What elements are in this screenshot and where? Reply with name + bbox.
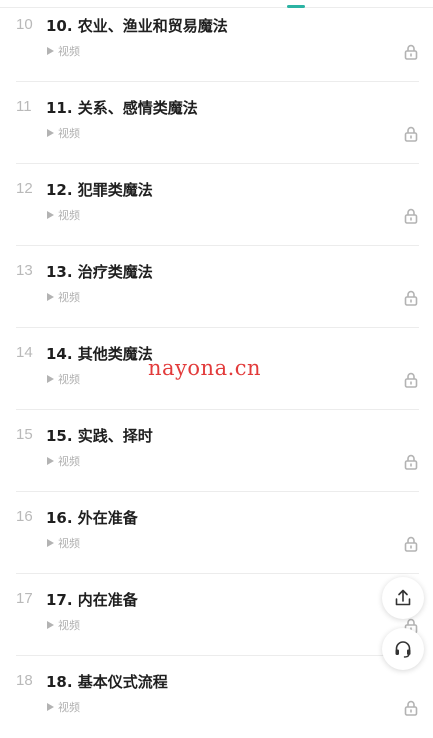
- lesson-type-label: 视频: [58, 537, 80, 550]
- lesson-meta: 视频: [47, 372, 80, 386]
- lesson-title[interactable]: 14. 其他类魔法: [46, 343, 153, 364]
- lock-icon: [404, 700, 418, 716]
- lesson-title[interactable]: 18. 基本仪式流程: [46, 671, 168, 692]
- lesson-index: 14: [16, 344, 33, 361]
- lesson-meta: 视频: [47, 454, 80, 468]
- lesson-title[interactable]: 13. 治疗类魔法: [46, 261, 153, 282]
- headset-icon: [395, 641, 411, 658]
- lesson-title[interactable]: 17. 内在准备: [46, 589, 138, 610]
- lesson-meta: 视频: [47, 126, 80, 140]
- lesson-title[interactable]: 16. 外在准备: [46, 507, 138, 528]
- play-icon: [47, 293, 54, 301]
- lesson-meta: 视频: [47, 208, 80, 222]
- lesson-index: 15: [16, 426, 33, 443]
- lock-icon: [404, 536, 418, 552]
- play-icon: [47, 703, 54, 711]
- lesson-item[interactable]: 10 10. 农业、渔业和贸易魔法 视频: [0, 0, 433, 82]
- play-icon: [47, 539, 54, 547]
- lesson-index: 17: [16, 590, 33, 607]
- lesson-title[interactable]: 10. 农业、渔业和贸易魔法: [46, 15, 228, 36]
- lesson-type-label: 视频: [58, 373, 80, 386]
- share-icon: [395, 589, 411, 606]
- lesson-item[interactable]: 13 13. 治疗类魔法 视频: [0, 246, 433, 328]
- lesson-title[interactable]: 11. 关系、感情类魔法: [46, 97, 198, 118]
- lesson-index: 13: [16, 262, 33, 279]
- lock-icon: [404, 372, 418, 388]
- lesson-index: 11: [16, 98, 32, 115]
- lock-icon: [404, 44, 418, 60]
- play-icon: [47, 621, 54, 629]
- play-icon: [47, 47, 54, 55]
- lesson-item[interactable]: 11 11. 关系、感情类魔法 视频: [0, 82, 433, 164]
- play-icon: [47, 129, 54, 137]
- lesson-item[interactable]: 16 16. 外在准备 视频: [0, 492, 433, 574]
- play-icon: [47, 457, 54, 465]
- support-button[interactable]: [382, 628, 424, 670]
- lesson-type-label: 视频: [58, 455, 80, 468]
- lesson-index: 16: [16, 508, 33, 525]
- share-button[interactable]: [382, 577, 424, 619]
- lesson-item[interactable]: 18 18. 基本仪式流程 视频: [0, 656, 433, 738]
- lesson-type-label: 视频: [58, 701, 80, 714]
- lesson-index: 10: [16, 16, 33, 33]
- lock-icon: [404, 290, 418, 306]
- lesson-type-label: 视频: [58, 127, 80, 140]
- lesson-title[interactable]: 12. 犯罪类魔法: [46, 179, 153, 200]
- lesson-meta: 视频: [47, 618, 80, 632]
- lock-icon: [404, 208, 418, 224]
- lesson-meta: 视频: [47, 700, 80, 714]
- lesson-meta: 视频: [47, 44, 80, 58]
- lesson-item[interactable]: 17 17. 内在准备 视频: [0, 574, 433, 656]
- lesson-index: 18: [16, 672, 33, 689]
- play-icon: [47, 211, 54, 219]
- lock-icon: [404, 126, 418, 142]
- lesson-type-label: 视频: [58, 619, 80, 632]
- lesson-type-label: 视频: [58, 45, 80, 58]
- lesson-item[interactable]: 15 15. 实践、择时 视频: [0, 410, 433, 492]
- lesson-type-label: 视频: [58, 291, 80, 304]
- lesson-meta: 视频: [47, 290, 80, 304]
- lesson-item[interactable]: 12 12. 犯罪类魔法 视频: [0, 164, 433, 246]
- play-icon: [47, 375, 54, 383]
- watermark-text: nayona.cn: [148, 356, 262, 380]
- lesson-meta: 视频: [47, 536, 80, 550]
- lesson-index: 12: [16, 180, 33, 197]
- lesson-title[interactable]: 15. 实践、择时: [46, 425, 153, 446]
- lock-icon: [404, 454, 418, 470]
- lesson-type-label: 视频: [58, 209, 80, 222]
